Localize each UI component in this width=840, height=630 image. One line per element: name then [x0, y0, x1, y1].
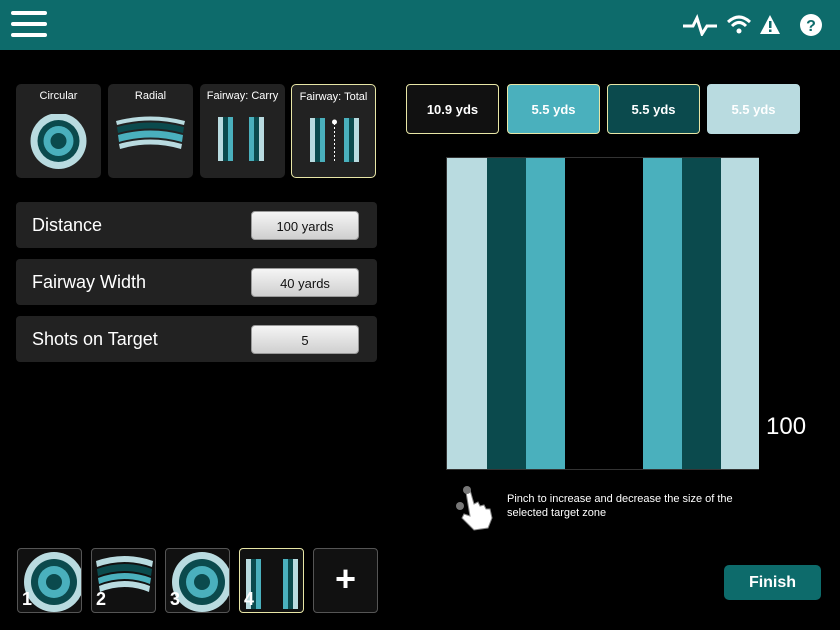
mode-radial[interactable]: Radial: [108, 84, 193, 178]
setting-label: Shots on Target: [32, 329, 158, 349]
mode-fairway-total[interactable]: Fairway: Total: [291, 84, 376, 178]
fairway-total-icon: [310, 118, 359, 162]
menu-icon[interactable]: [11, 11, 47, 37]
setting-label: Fairway Width: [32, 272, 147, 292]
zone-button-1[interactable]: 10.9 yds: [406, 84, 499, 134]
middle-zone-left: [487, 158, 526, 469]
mode-label: Fairway: Carry: [206, 90, 279, 102]
zone-button-2[interactable]: 5.5 yds: [507, 84, 600, 134]
setting-distance: Distance 100 yards: [16, 202, 377, 248]
hint-text: Pinch to increase and decrease the size …: [507, 493, 733, 519]
outer-zone-right: [721, 158, 759, 469]
mode-fairway-carry[interactable]: Fairway: Carry: [200, 84, 285, 178]
distance-button[interactable]: 100 yards: [251, 211, 359, 240]
fairway-carry-icon: [218, 117, 264, 161]
mode-label: Circular: [39, 90, 78, 102]
target-tile-4[interactable]: 4: [239, 548, 304, 613]
help-icon[interactable]: ?: [799, 13, 823, 37]
top-bar: ?: [0, 0, 840, 50]
add-target-button[interactable]: +: [313, 548, 378, 613]
circular-target-icon: [30, 114, 87, 169]
shots-on-target-button[interactable]: 5: [251, 325, 359, 354]
target-number: 1: [22, 589, 33, 609]
wifi-icon[interactable]: [726, 13, 752, 35]
distance-label: 100: [766, 413, 807, 440]
inner-zone-right: [643, 158, 682, 469]
radial-target-icon: [116, 116, 185, 149]
target-tile-1[interactable]: 1: [17, 548, 82, 613]
setting-label: Distance: [32, 215, 103, 235]
target-number: 2: [96, 589, 107, 609]
target-tile-2[interactable]: 2: [91, 548, 156, 613]
fairway-width-button[interactable]: 40 yards: [251, 268, 359, 297]
setting-shots-on-target: Shots on Target 5: [16, 316, 377, 362]
svg-text:?: ?: [806, 18, 816, 35]
target-number: 3: [170, 589, 181, 609]
target-area[interactable]: [446, 157, 759, 470]
target-number: 4: [244, 589, 255, 609]
activity-icon[interactable]: [682, 14, 718, 36]
inner-zone-left: [526, 158, 565, 469]
middle-zone-right: [682, 158, 721, 469]
finish-button[interactable]: Finish: [724, 565, 821, 600]
mode-label: Radial: [134, 90, 167, 102]
setting-fairway-width: Fairway Width 40 yards: [16, 259, 377, 305]
zone-button-3[interactable]: 5.5 yds: [607, 84, 700, 134]
target-tile-3[interactable]: 3: [165, 548, 230, 613]
pinch-gesture-icon: [456, 486, 493, 531]
zone-button-4[interactable]: 5.5 yds: [707, 84, 800, 134]
outer-zone-left: [447, 158, 487, 469]
warning-icon[interactable]: [759, 14, 781, 36]
mode-label: Fairway: Total: [299, 91, 368, 103]
mode-circular[interactable]: Circular: [16, 84, 101, 178]
